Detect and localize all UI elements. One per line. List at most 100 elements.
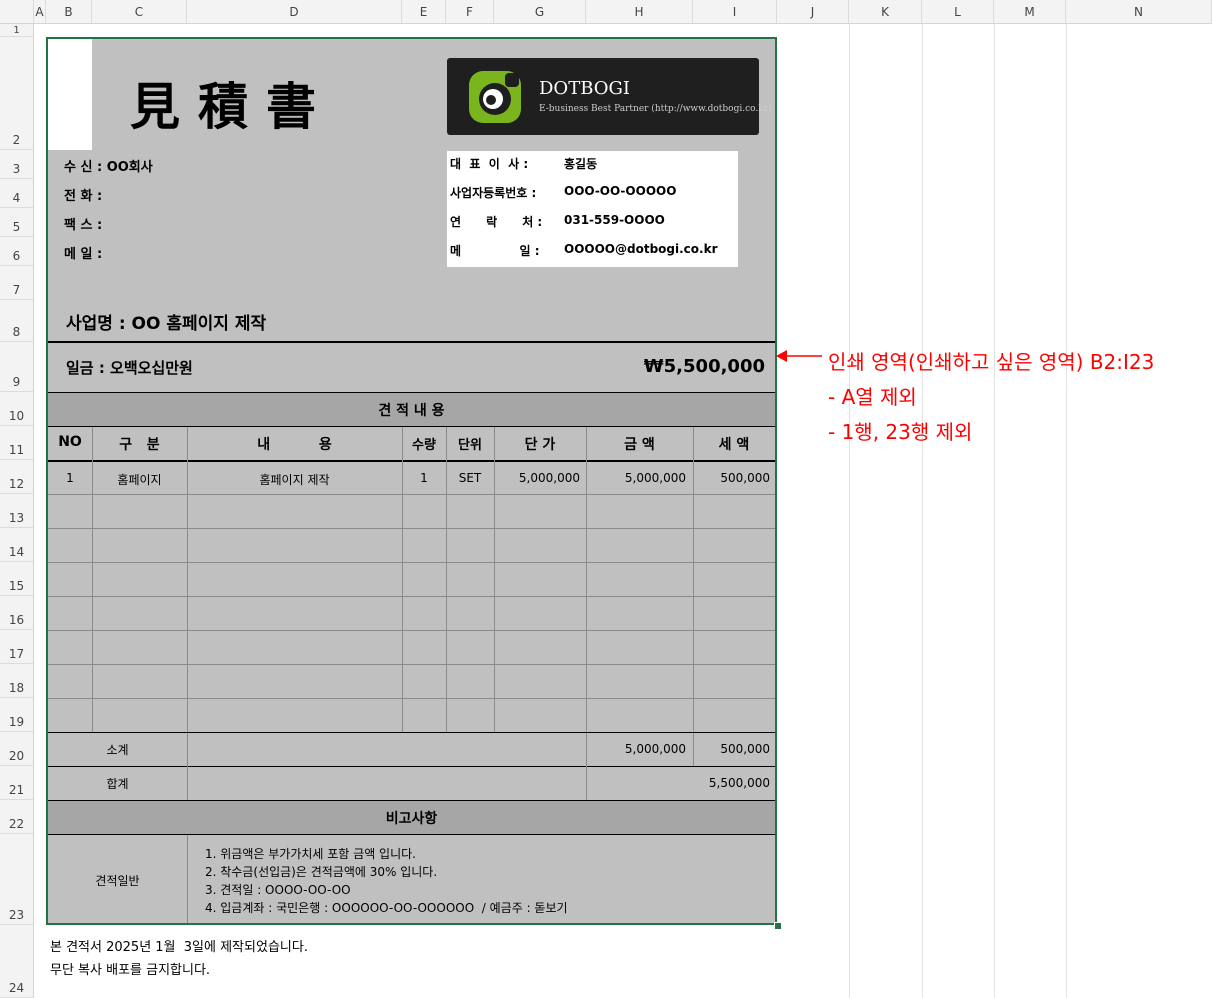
footer-line-2: 무단 복사 배포를 금지합니다. <box>50 963 211 978</box>
remarks-title: 비고사항 <box>385 811 438 827</box>
row-header-24[interactable]: 24 <box>0 925 34 998</box>
table-col-line <box>92 427 93 732</box>
table-col-line <box>446 427 447 732</box>
remark-line-3: 3. 견적일 : OOOO-OO-OO <box>205 883 351 897</box>
divider <box>48 460 775 462</box>
table-row-line <box>48 630 775 631</box>
row-unit-price: 5,000,000 <box>518 471 580 485</box>
ceo-label: 대 표 이 사 : <box>450 157 529 171</box>
divider <box>48 732 775 733</box>
row-header-8[interactable]: 8 <box>0 300 34 342</box>
row-header-21[interactable]: 21 <box>0 766 34 800</box>
footer-line-1: 본 견적서 2025년 1월 3일에 제작되었습니다. <box>50 940 308 955</box>
column-header-a[interactable]: A <box>34 0 46 24</box>
subtotal-label: 소계 <box>106 743 129 757</box>
column-header-f[interactable]: F <box>446 0 494 24</box>
header-amount: 금 액 <box>624 437 655 453</box>
row-header-2[interactable]: 2 <box>0 37 34 150</box>
selection-fill-handle[interactable] <box>774 922 782 930</box>
row-header-16[interactable]: 16 <box>0 596 34 630</box>
row-header-23[interactable]: 23 <box>0 834 34 925</box>
table-col-line <box>693 733 694 766</box>
remark-line-4: 4. 입금계좌 : 국민은행 : OOOOOO-OO-OOOOOO / 예금주 … <box>205 901 568 915</box>
column-header-b[interactable]: B <box>46 0 92 24</box>
row-header-6[interactable]: 6 <box>0 237 34 266</box>
gridline <box>922 24 923 998</box>
select-all-corner[interactable] <box>0 0 34 24</box>
table-row-line <box>48 494 775 495</box>
column-header-c[interactable]: C <box>92 0 187 24</box>
row-header-11[interactable]: 11 <box>0 426 34 460</box>
arrow-left-icon <box>776 350 822 362</box>
table-row-line <box>48 664 775 665</box>
row-header-12[interactable]: 12 <box>0 460 34 494</box>
row-category: 홈페이지 <box>117 473 162 487</box>
row-header-19[interactable]: 19 <box>0 698 34 732</box>
amount-in-words: 일금 : 오백오십만원 <box>66 359 193 377</box>
recipient-to: 수 신 : OO회사 <box>64 160 153 175</box>
company-info-box: 대 표 이 사 : 홍길동 사업자등록번호 : OOO-OO-OOOOO 연 락… <box>447 151 738 267</box>
row-header-22[interactable]: 22 <box>0 800 34 834</box>
row-header-7[interactable]: 7 <box>0 266 34 300</box>
row-header-20[interactable]: 20 <box>0 732 34 766</box>
row-header-4[interactable]: 4 <box>0 179 34 208</box>
row-header-10[interactable]: 10 <box>0 392 34 426</box>
logo-name: DOTBOGI <box>539 78 631 99</box>
row-header-18[interactable]: 18 <box>0 664 34 698</box>
header-category: 구 분 <box>119 437 160 453</box>
row-header-17[interactable]: 17 <box>0 630 34 664</box>
row-header-3[interactable]: 3 <box>0 150 34 179</box>
total-amount: ₩5,500,000 <box>643 356 765 377</box>
column-header-k[interactable]: K <box>849 0 922 24</box>
recipient-email: 메 일 : <box>64 247 103 262</box>
divider <box>48 426 775 427</box>
annotation-line-3: - 1행, 23행 제외 <box>828 420 973 444</box>
gridline <box>994 24 995 998</box>
table-col-line <box>586 427 587 732</box>
row-header-1[interactable]: 1 <box>0 24 34 37</box>
subtotal-tax: 500,000 <box>720 742 770 756</box>
remarks-label: 견적일반 <box>95 874 140 888</box>
column-header-m[interactable]: M <box>994 0 1066 24</box>
column-header-g[interactable]: G <box>494 0 586 24</box>
header-no: NO <box>58 434 82 450</box>
document-title: 見積書 <box>130 77 334 136</box>
row-unit: SET <box>458 471 482 485</box>
row-header-9[interactable]: 9 <box>0 342 34 392</box>
remark-line-2: 2. 착수금(선입금)은 견적금액에 30% 입니다. <box>205 865 438 879</box>
column-header-j[interactable]: J <box>777 0 849 24</box>
annotation-line-2: - A열 제외 <box>828 385 917 409</box>
estimate-section-title: 견 적 내 용 <box>378 403 445 419</box>
divider <box>48 341 775 343</box>
table-row-line <box>48 698 775 699</box>
column-header-i[interactable]: I <box>693 0 777 24</box>
row-content: 홈페이지 제작 <box>259 473 330 487</box>
contact-label: 연 락 처 : <box>450 215 543 229</box>
print-area[interactable]: 見積書 DOTBOGI E-business Best Partner (htt… <box>46 37 777 925</box>
header-qty: 수량 <box>412 438 436 453</box>
recipient-fax: 팩 스 : <box>64 218 103 233</box>
annotation-line-1: 인쇄 영역(인쇄하고 싶은 영역) B2:I23 <box>828 350 1155 374</box>
header-unit-price: 단 가 <box>524 437 556 453</box>
company-logo: DOTBOGI E-business Best Partner (http://… <box>447 58 772 135</box>
row-qty: 1 <box>420 471 428 485</box>
row-header-13[interactable]: 13 <box>0 494 34 528</box>
header-unit: 단위 <box>458 438 482 453</box>
gridline <box>1066 24 1067 998</box>
reg-label: 사업자등록번호 : <box>450 186 537 200</box>
mail-label: 메 일 : <box>450 244 540 258</box>
row-header-14[interactable]: 14 <box>0 528 34 562</box>
column-header-h[interactable]: H <box>586 0 693 24</box>
row-header-5[interactable]: 5 <box>0 208 34 237</box>
column-header-l[interactable]: L <box>922 0 994 24</box>
column-header-n[interactable]: N <box>1066 0 1212 24</box>
table-col-line <box>693 427 694 732</box>
total-label: 합계 <box>106 777 129 791</box>
column-header-e[interactable]: E <box>402 0 446 24</box>
column-header-d[interactable]: D <box>187 0 402 24</box>
header-tax: 세 액 <box>718 437 750 453</box>
reg-value: OOO-OO-OOOOO <box>564 184 677 198</box>
row-header-15[interactable]: 15 <box>0 562 34 596</box>
contact-value: 031-559-OOOO <box>564 213 665 227</box>
table-col-line <box>187 835 188 923</box>
